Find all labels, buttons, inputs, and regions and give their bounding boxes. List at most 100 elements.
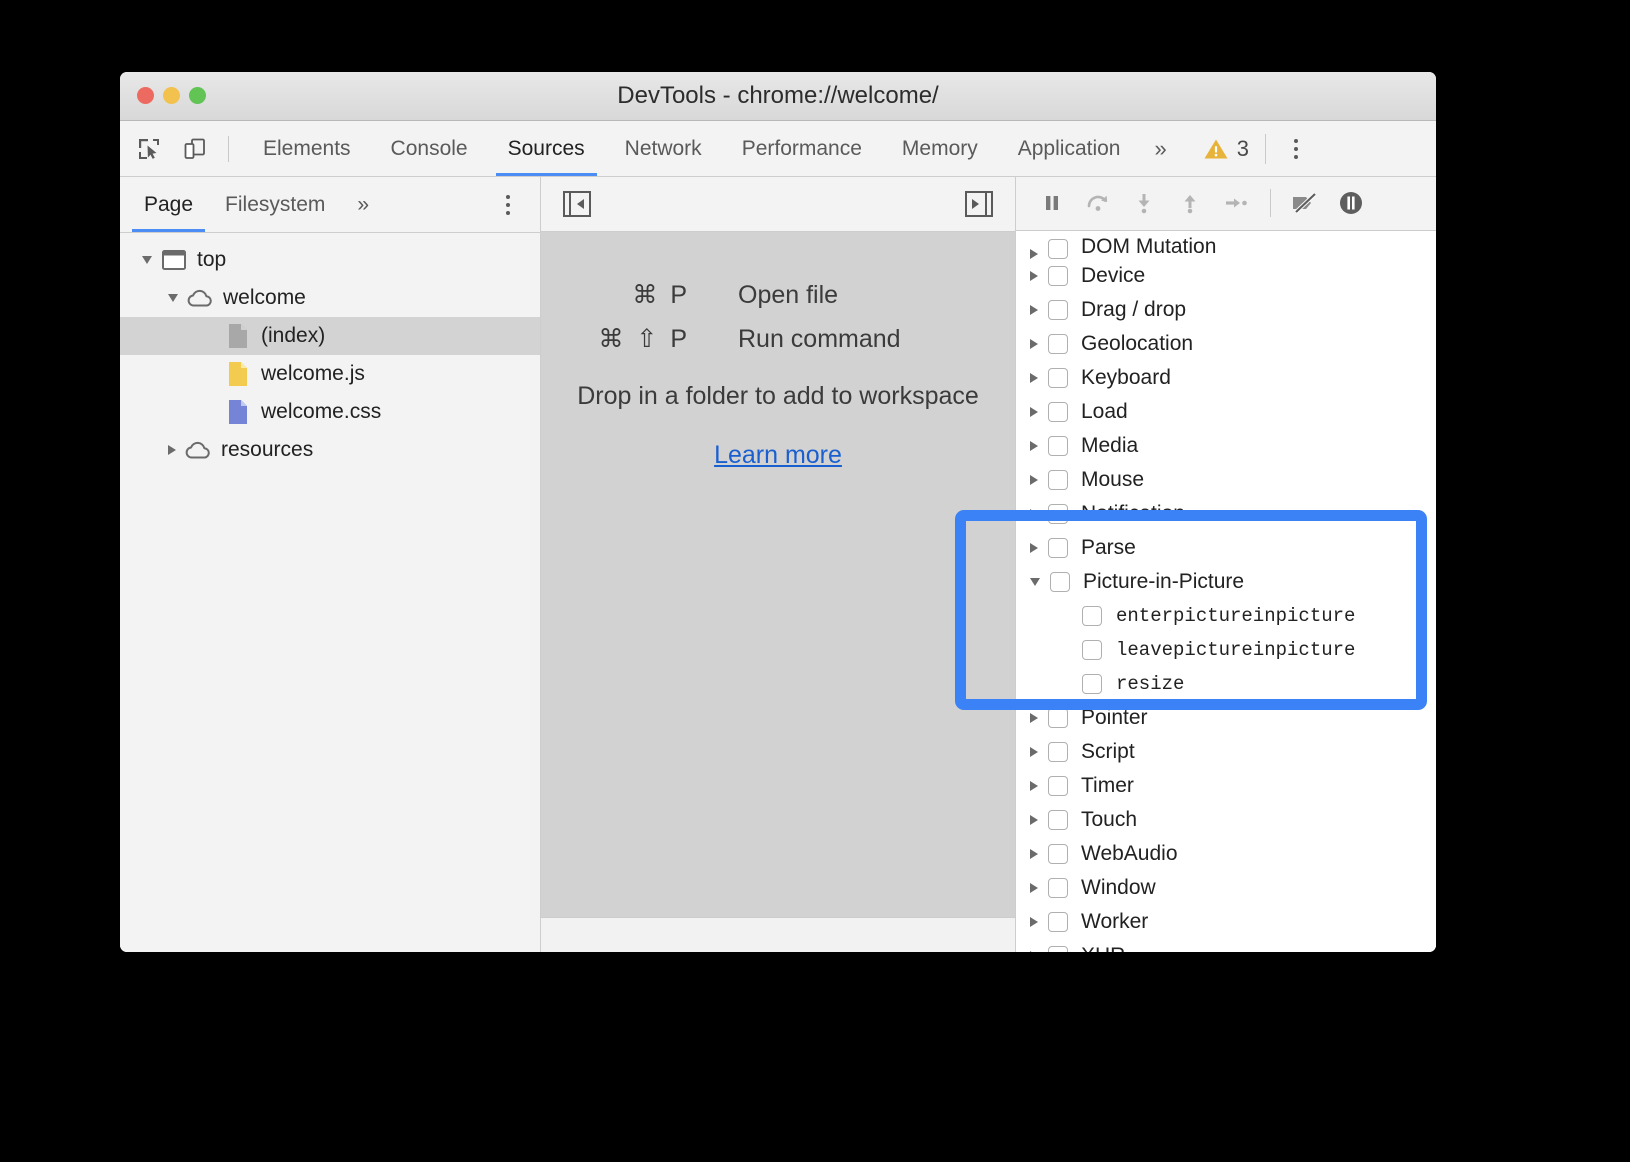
breakpoint-group-xhr[interactable]: XHR bbox=[1016, 939, 1436, 952]
tree-item-welcome[interactable]: welcome bbox=[120, 279, 540, 317]
checkbox[interactable] bbox=[1082, 674, 1102, 694]
tree-item-top[interactable]: top bbox=[120, 241, 540, 279]
tab-network[interactable]: Network bbox=[605, 121, 722, 176]
tree-item-welcome-css[interactable]: welcome.css bbox=[120, 393, 540, 431]
chevron-right-icon[interactable] bbox=[1030, 475, 1038, 485]
checkbox[interactable] bbox=[1082, 640, 1102, 660]
checkbox[interactable] bbox=[1048, 334, 1068, 354]
breakpoint-group-timer[interactable]: Timer bbox=[1016, 769, 1436, 803]
breakpoint-group-notification[interactable]: Notification bbox=[1016, 497, 1436, 531]
chevron-right-icon[interactable] bbox=[1030, 441, 1038, 451]
step-icon[interactable] bbox=[1214, 181, 1258, 225]
chevron-right-icon[interactable] bbox=[1030, 339, 1038, 349]
checkbox[interactable] bbox=[1048, 844, 1068, 864]
breakpoint-group-touch[interactable]: Touch bbox=[1016, 803, 1436, 837]
checkbox[interactable] bbox=[1048, 776, 1068, 796]
checkbox[interactable] bbox=[1048, 470, 1068, 490]
show-debugger-icon[interactable] bbox=[957, 182, 1001, 226]
device-toolbar-icon[interactable] bbox=[178, 132, 212, 166]
step-over-icon[interactable] bbox=[1076, 181, 1120, 225]
kebab-menu-icon[interactable] bbox=[1282, 132, 1310, 166]
inspect-element-icon[interactable] bbox=[132, 132, 166, 166]
breakpoint-group-parse[interactable]: Parse bbox=[1016, 531, 1436, 565]
tab-memory[interactable]: Memory bbox=[882, 121, 998, 176]
breakpoint-event-enterpictureinpicture[interactable]: enterpictureinpicture bbox=[1016, 599, 1436, 633]
chevron-right-icon[interactable] bbox=[1030, 951, 1038, 952]
tree-item-index[interactable]: (index) bbox=[120, 317, 540, 355]
nav-tab-filesystem[interactable]: Filesystem bbox=[209, 177, 341, 232]
chevron-right-icon[interactable] bbox=[1030, 407, 1038, 417]
checkbox[interactable] bbox=[1050, 572, 1070, 592]
chevron-right-icon[interactable] bbox=[1030, 509, 1038, 519]
tree-item-welcome-js[interactable]: welcome.js bbox=[120, 355, 540, 393]
checkbox[interactable] bbox=[1048, 300, 1068, 320]
checkbox[interactable] bbox=[1048, 810, 1068, 830]
step-out-icon[interactable] bbox=[1168, 181, 1212, 225]
tab-performance[interactable]: Performance bbox=[722, 121, 882, 176]
checkbox[interactable] bbox=[1048, 402, 1068, 422]
nav-tab-page[interactable]: Page bbox=[128, 177, 209, 232]
chevron-right-icon[interactable] bbox=[1030, 747, 1038, 757]
pause-on-exceptions-icon[interactable] bbox=[1329, 181, 1373, 225]
tree-item-resources[interactable]: resources bbox=[120, 431, 540, 469]
breakpoint-group-keyboard[interactable]: Keyboard bbox=[1016, 361, 1436, 395]
checkbox[interactable] bbox=[1048, 239, 1068, 259]
pause-icon[interactable] bbox=[1030, 181, 1074, 225]
breakpoint-group-drag-drop[interactable]: Drag / drop bbox=[1016, 293, 1436, 327]
chevron-down-icon[interactable] bbox=[168, 294, 178, 302]
chevron-down-icon[interactable] bbox=[142, 256, 152, 264]
breakpoint-group-device[interactable]: Device bbox=[1016, 259, 1436, 293]
breakpoint-group-worker[interactable]: Worker bbox=[1016, 905, 1436, 939]
learn-more-link[interactable]: Learn more bbox=[714, 441, 842, 470]
breakpoint-group-geolocation[interactable]: Geolocation bbox=[1016, 327, 1436, 361]
breakpoint-group-script[interactable]: Script bbox=[1016, 735, 1436, 769]
chevron-right-icon[interactable] bbox=[1030, 849, 1038, 859]
checkbox[interactable] bbox=[1048, 504, 1068, 524]
checkbox[interactable] bbox=[1048, 708, 1068, 728]
breakpoint-group-dom-mutation[interactable]: DOM Mutation bbox=[1016, 233, 1436, 259]
chevron-right-icon[interactable] bbox=[1030, 883, 1038, 893]
chevron-right-icon[interactable] bbox=[1030, 305, 1038, 315]
editor-pane: ⌘ P Open file ⌘ ⇧ P Run command Drop in … bbox=[541, 177, 1016, 952]
toolbar-divider-right bbox=[1265, 134, 1266, 164]
breakpoint-group-window[interactable]: Window bbox=[1016, 871, 1436, 905]
checkbox[interactable] bbox=[1048, 878, 1068, 898]
breakpoint-group-load[interactable]: Load bbox=[1016, 395, 1436, 429]
breakpoint-event-leavepictureinpicture[interactable]: leavepictureinpicture bbox=[1016, 633, 1436, 667]
breakpoint-event-resize[interactable]: resize bbox=[1016, 667, 1436, 701]
chevron-right-icon[interactable] bbox=[1030, 917, 1038, 927]
show-navigator-icon[interactable] bbox=[555, 182, 599, 226]
chevron-right-icon[interactable] bbox=[1030, 713, 1038, 723]
navigator-kebab-menu-icon[interactable] bbox=[494, 190, 522, 220]
checkbox[interactable] bbox=[1048, 538, 1068, 558]
nav-more-tabs-chevron-icon[interactable]: » bbox=[341, 177, 385, 232]
more-tabs-chevron-icon[interactable]: » bbox=[1140, 121, 1180, 176]
checkbox[interactable] bbox=[1082, 606, 1102, 626]
step-into-icon[interactable] bbox=[1122, 181, 1166, 225]
tab-application[interactable]: Application bbox=[998, 121, 1141, 176]
breakpoint-group-webaudio[interactable]: WebAudio bbox=[1016, 837, 1436, 871]
breakpoint-group-media[interactable]: Media bbox=[1016, 429, 1436, 463]
chevron-right-icon[interactable] bbox=[1030, 249, 1038, 259]
checkbox[interactable] bbox=[1048, 946, 1068, 952]
checkbox[interactable] bbox=[1048, 742, 1068, 762]
chevron-down-icon[interactable] bbox=[1030, 578, 1040, 586]
checkbox[interactable] bbox=[1048, 368, 1068, 388]
chevron-right-icon[interactable] bbox=[1030, 781, 1038, 791]
checkbox[interactable] bbox=[1048, 266, 1068, 286]
breakpoint-group-mouse[interactable]: Mouse bbox=[1016, 463, 1436, 497]
tab-sources[interactable]: Sources bbox=[488, 121, 605, 176]
chevron-right-icon[interactable] bbox=[1030, 815, 1038, 825]
tab-elements[interactable]: Elements bbox=[243, 121, 371, 176]
chevron-right-icon[interactable] bbox=[1030, 543, 1038, 553]
chevron-right-icon[interactable] bbox=[168, 445, 176, 455]
breakpoint-group-pointer[interactable]: Pointer bbox=[1016, 701, 1436, 735]
checkbox[interactable] bbox=[1048, 436, 1068, 456]
chevron-right-icon[interactable] bbox=[1030, 271, 1038, 281]
breakpoint-group-picture-in-picture[interactable]: Picture-in-Picture bbox=[1016, 565, 1436, 599]
checkbox[interactable] bbox=[1048, 912, 1068, 932]
chevron-right-icon[interactable] bbox=[1030, 373, 1038, 383]
tab-console[interactable]: Console bbox=[371, 121, 488, 176]
warning-status-badge[interactable]: 3 bbox=[1203, 136, 1249, 162]
deactivate-breakpoints-icon[interactable] bbox=[1283, 181, 1327, 225]
